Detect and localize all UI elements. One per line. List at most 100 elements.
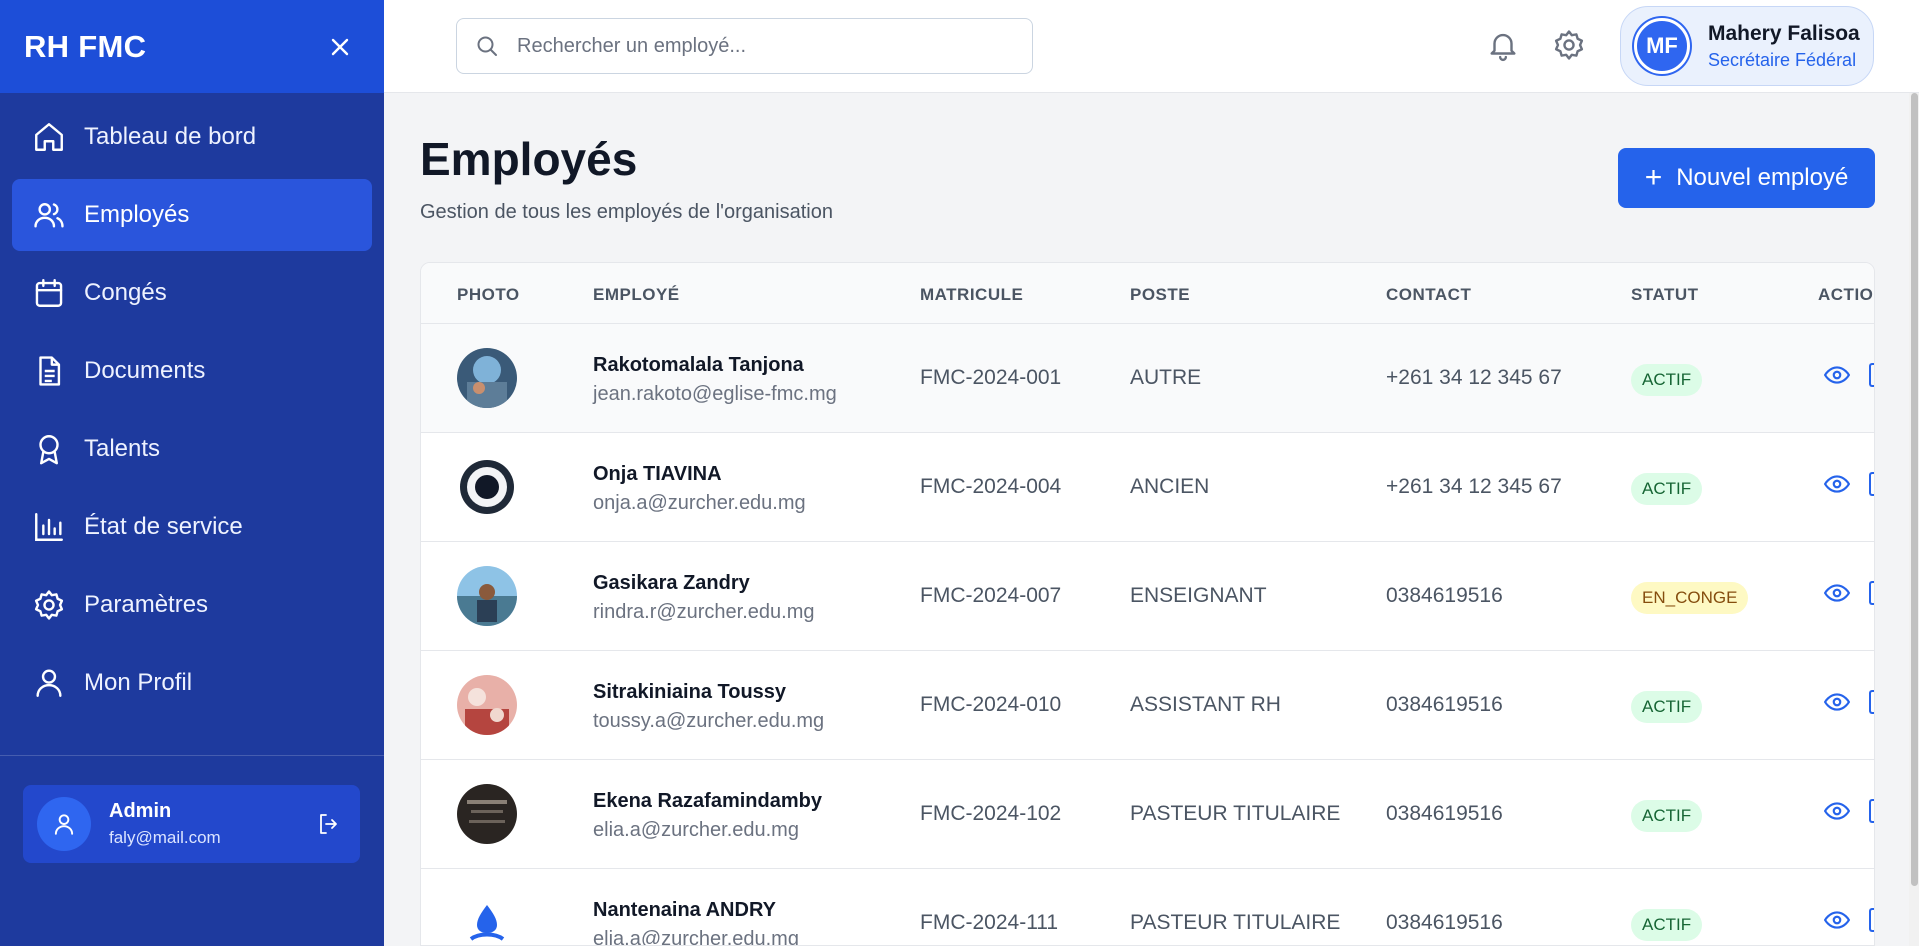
employee-poste: PASTEUR TITULAIRE — [1130, 911, 1341, 934]
column-header-statut: STATUT — [1631, 285, 1699, 304]
eye-icon[interactable] — [1824, 473, 1850, 495]
employee-photo — [457, 784, 517, 844]
eye-icon[interactable] — [1824, 691, 1850, 713]
status-badge: ACTIF — [1631, 364, 1703, 396]
edit-icon[interactable] — [1869, 908, 1874, 932]
edit-icon[interactable] — [1869, 581, 1874, 605]
table-row[interactable]: Rakotomalala Tanjona jean.rakoto@eglise-… — [421, 324, 1874, 433]
sidebar-item-mon-profil[interactable]: Mon Profil — [12, 647, 372, 719]
search-box[interactable] — [456, 18, 1033, 74]
new-employee-label: Nouvel employé — [1676, 164, 1849, 191]
app-title: RH FMC — [24, 28, 147, 64]
employee-name: Ekena Razafamindamby — [593, 790, 822, 812]
scrollbar-thumb[interactable] — [1911, 93, 1918, 886]
employee-email: elia.a@zurcher.edu.mg — [593, 928, 799, 946]
eye-icon[interactable] — [1824, 582, 1850, 604]
sidebar-item-conges[interactable]: Congés — [12, 257, 372, 329]
sidebar-item-label: Documents — [84, 357, 206, 384]
sidebar-header: RH FMC — [0, 0, 384, 93]
plus-icon: + — [1644, 161, 1663, 194]
column-header-matricule: MATRICULE — [920, 285, 1024, 304]
sidebar-item-label: Employés — [84, 201, 190, 228]
employee-matricule: FMC-2024-007 — [920, 584, 1062, 607]
employee-matricule: FMC-2024-102 — [920, 802, 1062, 825]
employee-poste: ANCIEN — [1130, 475, 1210, 498]
home-icon — [32, 120, 66, 154]
employee-photo — [457, 675, 517, 735]
sidebar-item-label: Mon Profil — [84, 669, 193, 696]
gear-icon — [32, 588, 66, 622]
employee-name: Nantenaina ANDRY — [593, 899, 776, 921]
table-row[interactable]: Sitrakiniaina Toussy toussy.a@zurcher.ed… — [421, 651, 1874, 760]
sidebar-item-label: Congés — [84, 279, 167, 306]
search-input[interactable] — [517, 34, 997, 58]
sidebar-item-employes[interactable]: Employés — [12, 179, 372, 251]
status-badge: ACTIF — [1631, 691, 1703, 723]
employee-matricule: FMC-2024-111 — [920, 911, 1059, 934]
sidebar: RH FMC Tableau de bord Employés Congés D… — [0, 0, 384, 946]
sidebar-item-label: État de service — [84, 513, 243, 540]
bell-icon[interactable] — [1486, 28, 1520, 62]
employee-email: elia.a@zurcher.edu.mg — [593, 819, 799, 841]
employee-poste: PASTEUR TITULAIRE — [1130, 802, 1341, 825]
column-header-contact: CONTACT — [1386, 285, 1472, 304]
sidebar-nav: Tableau de bord Employés Congés Document… — [0, 93, 384, 719]
sidebar-item-talents[interactable]: Talents — [12, 413, 372, 485]
eye-icon[interactable] — [1824, 909, 1850, 931]
logout-icon[interactable] — [312, 807, 346, 841]
column-header-photo: PHOTO — [457, 285, 520, 304]
employee-email: rindra.r@zurcher.edu.mg — [593, 601, 815, 623]
employee-matricule: FMC-2024-010 — [920, 693, 1062, 716]
employee-name: Sitrakiniaina Toussy — [593, 681, 787, 703]
status-badge: ACTIF — [1631, 800, 1703, 832]
user-profile-menu[interactable]: MF Mahery Falisoa Secrétaire Fédéral — [1620, 6, 1874, 86]
user-icon — [32, 666, 66, 700]
search-icon — [477, 36, 497, 56]
employee-name: Onja TIAVINA — [593, 463, 722, 485]
close-icon[interactable] — [320, 27, 360, 67]
employee-poste: ASSISTANT RH — [1130, 693, 1281, 716]
edit-icon[interactable] — [1869, 799, 1874, 823]
sidebar-user-name: Admin — [109, 800, 172, 822]
profile-name: Mahery Falisoa — [1708, 21, 1860, 45]
new-employee-button[interactable]: + Nouvel employé — [1618, 148, 1875, 208]
edit-icon[interactable] — [1869, 690, 1874, 714]
document-icon — [32, 354, 66, 388]
sidebar-item-documents[interactable]: Documents — [12, 335, 372, 407]
eye-icon[interactable] — [1824, 364, 1850, 386]
employee-contact: 0384619516 — [1386, 802, 1503, 825]
employee-matricule: FMC-2024-001 — [920, 366, 1062, 389]
employee-photo — [457, 893, 517, 945]
column-header-actions: ACTIONS — [1818, 285, 1874, 304]
sidebar-user-email: faly@mail.com — [109, 828, 221, 847]
employee-email: toussy.a@zurcher.edu.mg — [593, 710, 825, 732]
settings-icon[interactable] — [1552, 28, 1586, 62]
table-row[interactable]: Nantenaina ANDRY elia.a@zurcher.edu.mg F… — [421, 869, 1874, 946]
employee-photo — [457, 457, 517, 517]
sidebar-item-label: Tableau de bord — [84, 123, 257, 150]
employee-poste: AUTRE — [1130, 366, 1202, 389]
avatar: MF — [1634, 18, 1690, 74]
employee-name: Rakotomalala Tanjona — [593, 354, 804, 376]
employee-contact: 0384619516 — [1386, 693, 1503, 716]
edit-icon[interactable] — [1869, 363, 1874, 387]
employee-contact: +261 34 12 345 67 — [1386, 475, 1562, 498]
eye-icon[interactable] — [1824, 800, 1850, 822]
table-row[interactable]: Gasikara Zandry rindra.r@zurcher.edu.mg … — [421, 542, 1874, 651]
employee-photo — [457, 348, 517, 408]
column-header-employe: EMPLOYÉ — [593, 285, 680, 304]
employee-matricule: FMC-2024-004 — [920, 475, 1062, 498]
sidebar-divider — [0, 755, 384, 756]
employee-photo — [457, 566, 517, 626]
column-header-poste: POSTE — [1130, 285, 1191, 304]
sidebar-item-etat-de-service[interactable]: État de service — [12, 491, 372, 563]
edit-icon[interactable] — [1869, 472, 1874, 496]
sidebar-item-parametres[interactable]: Paramètres — [12, 569, 372, 641]
status-badge: EN_CONGE — [1631, 582, 1749, 614]
table-header: PHOTO EMPLOYÉ MATRICULE POSTE CONTACT ST… — [421, 263, 1874, 324]
table-row[interactable]: Onja TIAVINA onja.a@zurcher.edu.mg FMC-2… — [421, 433, 1874, 542]
employee-poste: ENSEIGNANT — [1130, 584, 1267, 607]
sidebar-item-tableau-de-bord[interactable]: Tableau de bord — [12, 101, 372, 173]
table-row[interactable]: Ekena Razafamindamby elia.a@zurcher.edu.… — [421, 760, 1874, 869]
page-subtitle: Gestion de tous les employés de l'organi… — [420, 201, 833, 223]
